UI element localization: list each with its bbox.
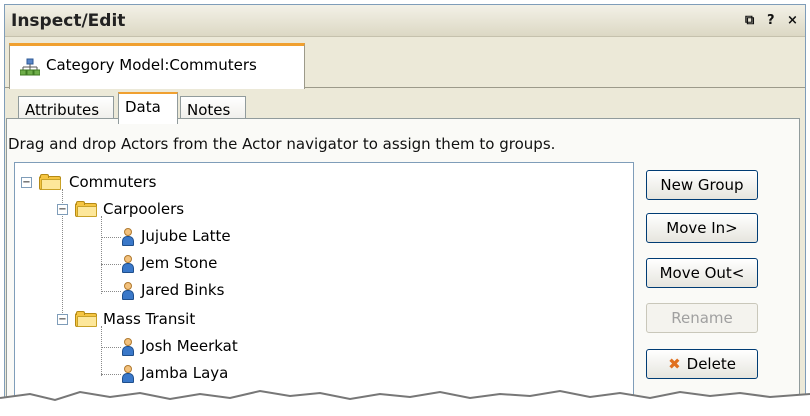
tree-connector [101, 264, 121, 265]
tree-connector [101, 216, 102, 294]
actor-icon [121, 228, 135, 246]
tree-node-actor[interactable]: Jamba Laya [121, 362, 421, 386]
tree-node-label: Jared Binks [141, 281, 225, 299]
delete-button[interactable]: ✖ Delete [646, 349, 758, 379]
instruction-text: Drag and drop Actors from the Actor navi… [8, 135, 556, 153]
folder-icon [39, 174, 61, 190]
tree-node-group[interactable]: − Mass Transit [57, 308, 357, 332]
tree-node-label: Jem Stone [141, 254, 218, 272]
tree-connector [101, 347, 121, 348]
torn-edge [0, 389, 810, 416]
tree-node-group[interactable]: − Carpoolers [57, 198, 357, 222]
actor-icon [121, 255, 135, 273]
group-tree[interactable]: − Commuters − Carpoolers Jujube Latte Je… [14, 162, 634, 416]
tree-node-label: Josh Meerkat [141, 337, 238, 355]
delete-button-label: Delete [686, 355, 736, 373]
move-out-button[interactable]: Move Out< [646, 258, 758, 288]
doc-tab-label: Category Model:Commuters [46, 56, 257, 74]
restore-icon[interactable]: ⧉ [745, 13, 754, 28]
tab-category-model[interactable]: Category Model:Commuters [9, 43, 305, 89]
help-icon[interactable]: ? [767, 13, 775, 28]
tree-node-actor[interactable]: Jem Stone [121, 252, 421, 276]
move-in-button[interactable]: Move In> [646, 213, 758, 243]
tree-node-actor[interactable]: Jared Binks [121, 279, 421, 303]
delete-icon: ✖ [668, 355, 681, 373]
tree-node-root[interactable]: − Commuters [21, 171, 321, 195]
new-group-button[interactable]: New Group [646, 170, 758, 200]
folder-icon [75, 311, 97, 327]
panel-title: Inspect/Edit [11, 11, 126, 31]
document-tabstrip: Category Model:Commuters [5, 38, 805, 89]
tree-node-actor[interactable]: Josh Meerkat [121, 335, 421, 359]
tree-node-actor[interactable]: Jujube Latte [121, 225, 421, 249]
panel-titlebar: Inspect/Edit ⧉ ? × [5, 5, 805, 37]
actor-icon [121, 282, 135, 300]
tree-node-label: Jamba Laya [141, 364, 229, 382]
tree-node-label: Commuters [69, 173, 157, 191]
actor-icon [121, 365, 135, 383]
tree-connector [101, 326, 102, 376]
collapse-icon[interactable]: − [21, 177, 32, 188]
tree-node-label: Carpoolers [103, 200, 185, 218]
tree-node-label: Mass Transit [103, 310, 196, 328]
hierarchy-icon [20, 58, 40, 76]
tree-node-label: Jujube Latte [141, 227, 231, 245]
collapse-icon[interactable]: − [57, 314, 68, 325]
actor-icon [121, 338, 135, 356]
tab-data[interactable]: Data [118, 92, 178, 124]
collapse-icon[interactable]: − [57, 204, 68, 215]
folder-icon [75, 201, 97, 217]
rename-button[interactable]: Rename [646, 303, 758, 333]
tree-connector [101, 374, 121, 375]
tree-connector [101, 291, 121, 292]
close-icon[interactable]: × [787, 13, 798, 28]
tree-connector [101, 237, 121, 238]
